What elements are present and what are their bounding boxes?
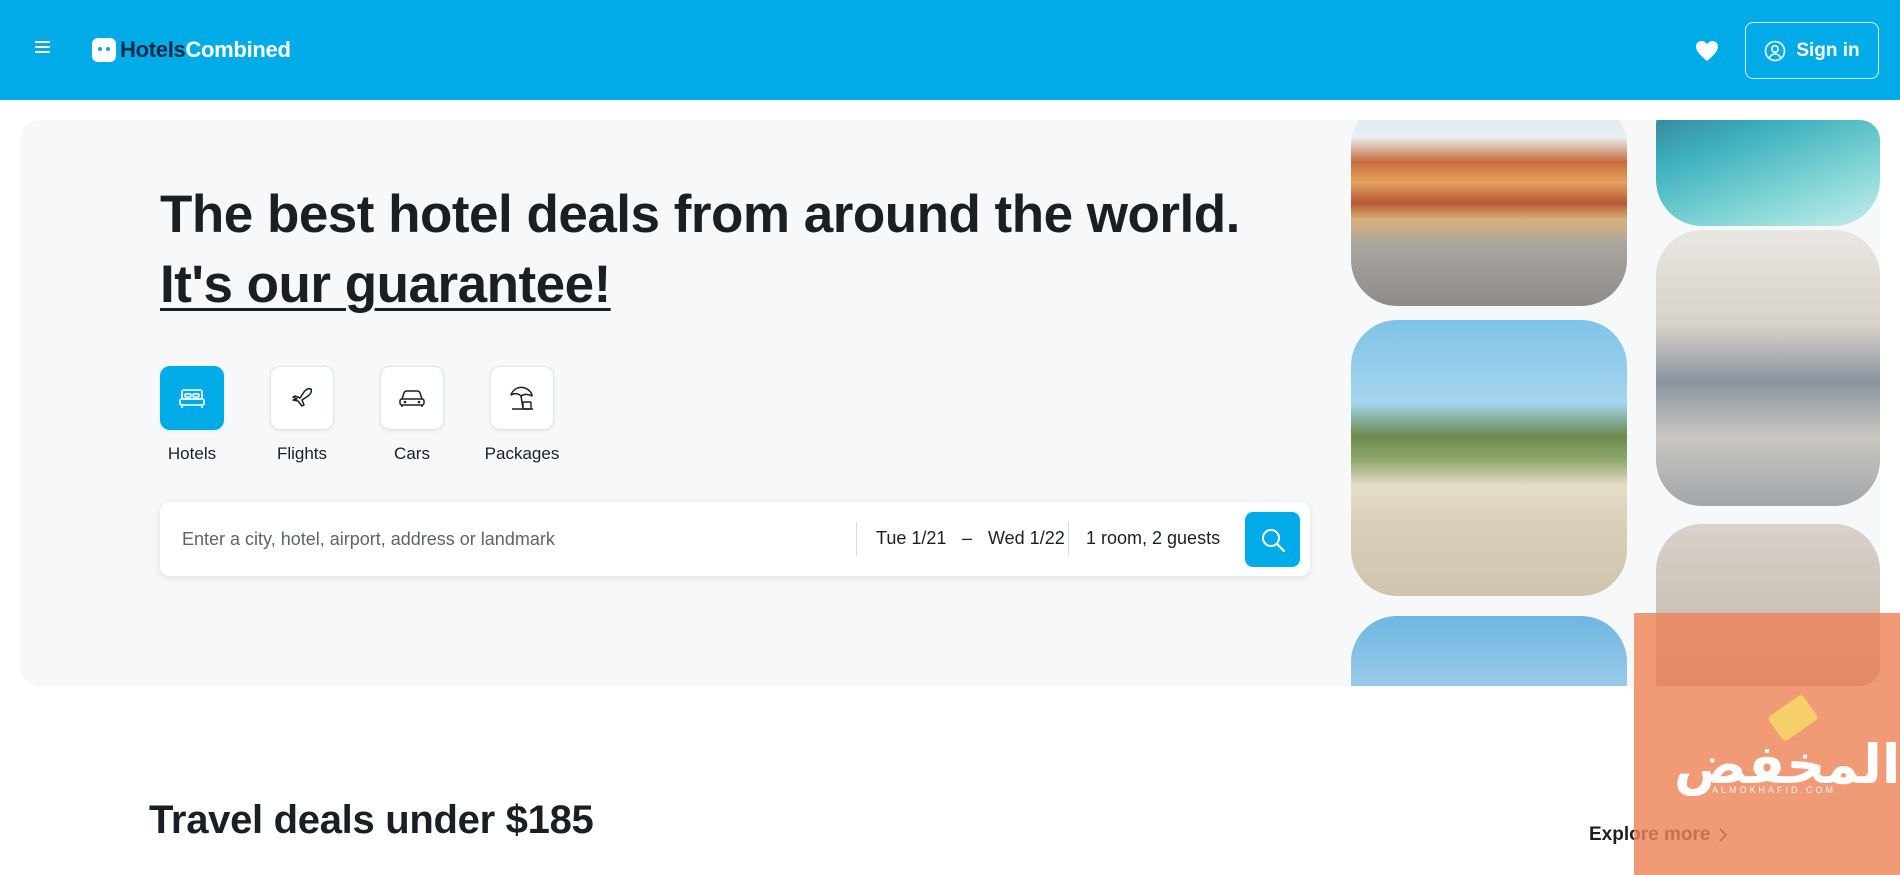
vertical-label: Flights bbox=[276, 444, 328, 463]
hamburger-menu-icon[interactable] bbox=[30, 38, 56, 62]
brand-name-part2: Combined bbox=[185, 37, 291, 62]
divider bbox=[856, 522, 857, 556]
search-button[interactable] bbox=[1245, 512, 1300, 567]
car-icon bbox=[399, 390, 425, 407]
top-bar: Hotels Combined Sign in bbox=[0, 0, 1900, 100]
checkout-date[interactable]: Wed 1/22 bbox=[988, 528, 1065, 549]
bed-icon bbox=[179, 389, 205, 408]
brand-logo[interactable]: Hotels Combined bbox=[92, 36, 291, 64]
vertical-label: Cars bbox=[394, 444, 430, 463]
bear-logo-icon bbox=[92, 38, 116, 62]
favorites-heart-icon[interactable] bbox=[1692, 36, 1722, 66]
resort-pool-photo bbox=[1351, 320, 1627, 596]
site-watermark: المخفض ALMOKHAFID.COM bbox=[1634, 613, 1900, 875]
divider bbox=[1068, 522, 1069, 556]
church-skyline-photo bbox=[1351, 616, 1627, 686]
sign-in-label: Sign in bbox=[1796, 39, 1860, 61]
guarantee-link[interactable]: It's our guarantee! bbox=[160, 255, 611, 314]
hero-headline: The best hotel deals from around the wor… bbox=[160, 180, 1300, 320]
vertical-label: Packages bbox=[484, 444, 560, 463]
city-square-photo bbox=[1351, 120, 1627, 306]
destination-input[interactable] bbox=[160, 502, 840, 576]
search-icon bbox=[1261, 528, 1285, 552]
vertical-cars[interactable]: Cars bbox=[380, 366, 444, 464]
brand-name-part1: Hotels bbox=[120, 37, 186, 62]
sea-coast-photo bbox=[1656, 120, 1880, 226]
watermark-latin-text: ALMOKHAFID.COM bbox=[1712, 785, 1837, 795]
sign-in-button[interactable]: Sign in bbox=[1745, 22, 1879, 79]
umbrella-icon bbox=[510, 386, 533, 410]
user-icon bbox=[1765, 40, 1786, 61]
vertical-packages[interactable]: Packages bbox=[485, 366, 559, 464]
date-separator: – bbox=[962, 528, 973, 548]
deals-heading: Travel deals under $185 bbox=[149, 798, 594, 842]
vertical-flights[interactable]: Flights bbox=[270, 366, 334, 464]
vertical-hotels[interactable]: Hotels bbox=[160, 366, 224, 464]
plane-icon bbox=[292, 387, 313, 407]
hotel-bedroom-photo bbox=[1656, 230, 1880, 506]
rooms-guests-selector[interactable]: 1 room, 2 guests bbox=[1086, 528, 1220, 549]
hotel-search-form: Tue 1/21 – Wed 1/22 1 room, 2 guests bbox=[160, 502, 1310, 576]
hero-section: The best hotel deals from around the wor… bbox=[20, 120, 1880, 686]
headline-text: The best hotel deals from around the wor… bbox=[160, 185, 1240, 244]
checkin-date[interactable]: Tue 1/21 bbox=[876, 528, 946, 549]
vertical-selector: Hotels Flights Cars Packages bbox=[160, 366, 559, 464]
vertical-label: Hotels bbox=[167, 444, 217, 463]
